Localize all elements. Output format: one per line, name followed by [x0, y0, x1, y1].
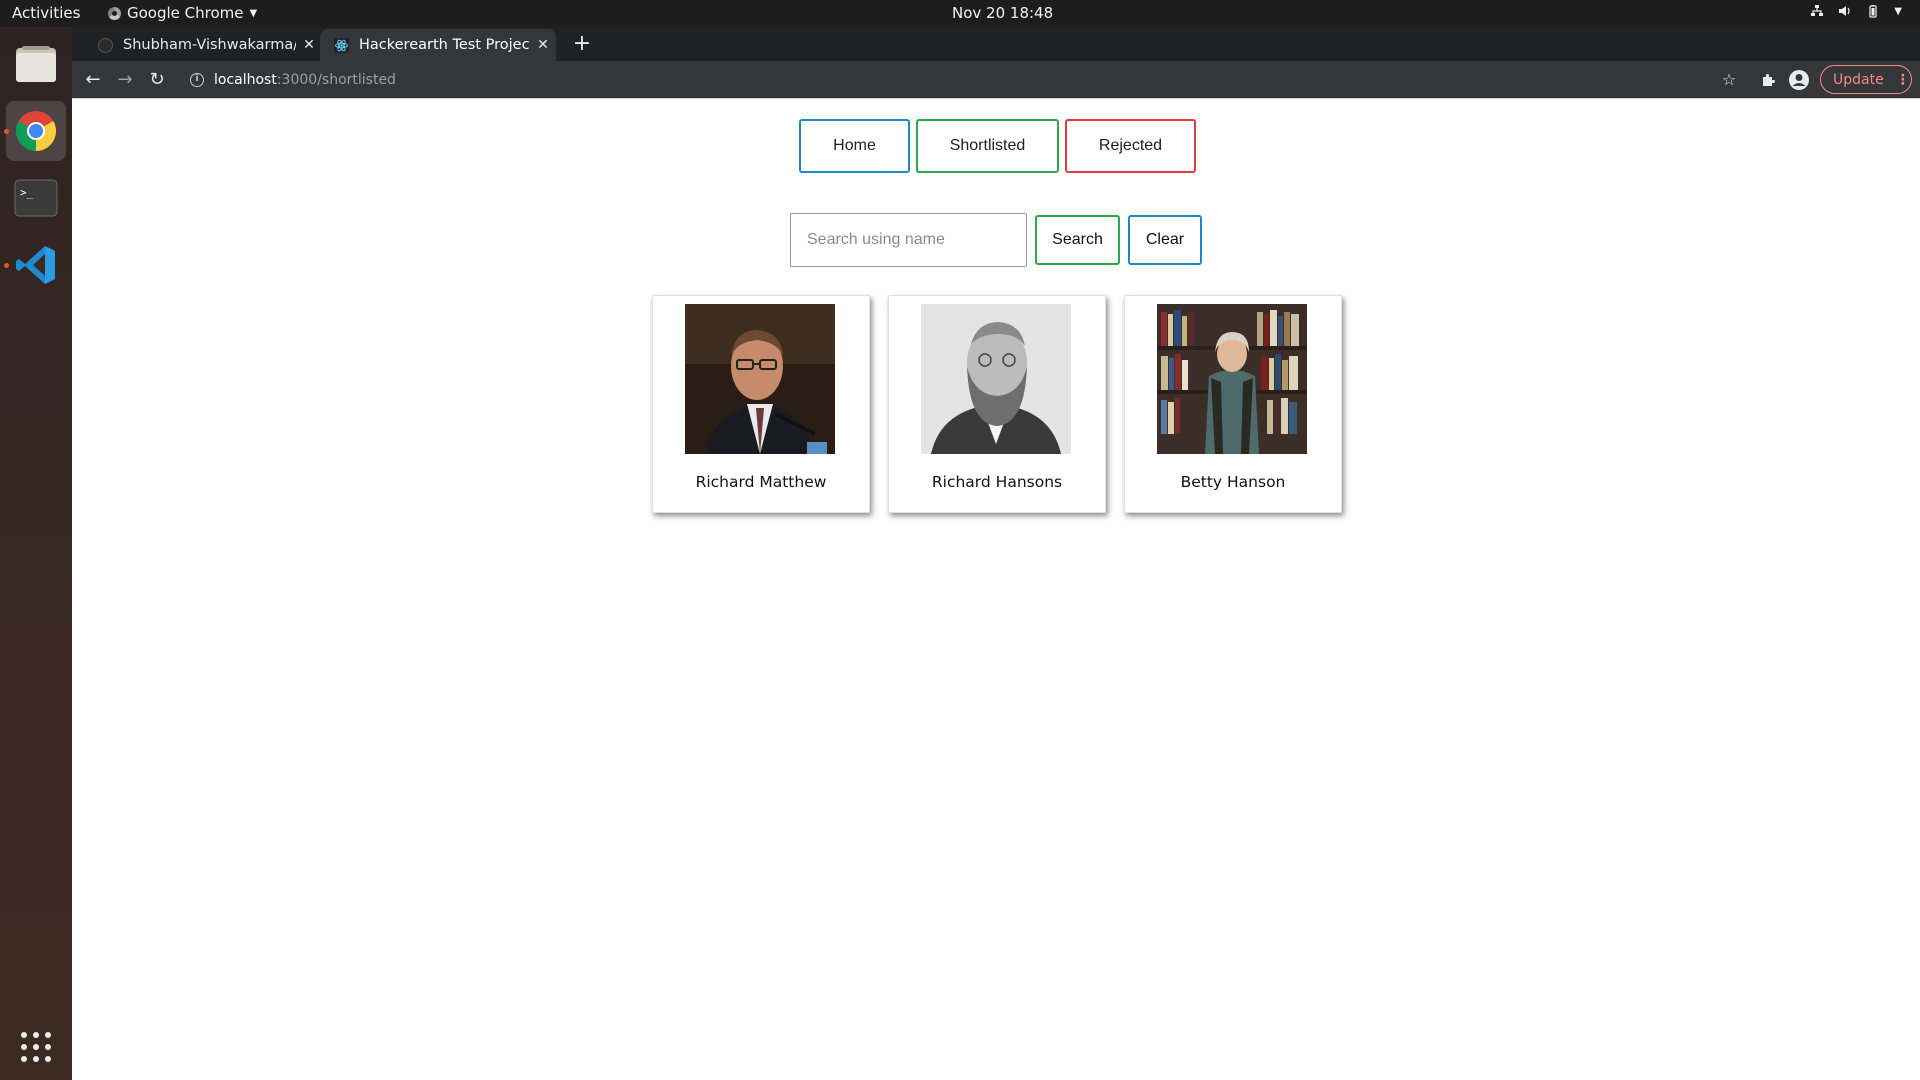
- rejected-button[interactable]: Rejected: [1065, 119, 1196, 173]
- app-menu-label: Google Chrome: [127, 4, 244, 22]
- candidate-cards: Richard Matthew Richard Hansons Betty Ha…: [652, 295, 1342, 513]
- tray-menu-caret-icon: ▼: [1894, 5, 1902, 17]
- candidate-name: Betty Hanson: [1180, 473, 1286, 491]
- candidate-photo: [1157, 304, 1307, 454]
- candidate-name: Richard Hansons: [931, 473, 1063, 491]
- caret-down-icon: ▼: [249, 7, 258, 19]
- candidate-card[interactable]: Betty Hanson: [1124, 295, 1342, 513]
- clock[interactable]: Nov 20 18:48: [952, 4, 1053, 22]
- activities-button[interactable]: Activities: [12, 4, 80, 22]
- tab-github[interactable]: Shubham-Vishwakarma/F ✕: [84, 29, 322, 61]
- vscode-icon: [16, 246, 55, 284]
- home-button[interactable]: Home: [799, 119, 910, 173]
- github-favicon-icon: [98, 37, 113, 53]
- files-dock-icon[interactable]: [6, 34, 66, 94]
- tab-strip: Shubham-Vishwakarma/F ✕ Hackerearth Test…: [72, 27, 1920, 61]
- system-top-bar: Activities Google Chrome ▼ Nov 20 18:48 …: [0, 0, 1920, 27]
- svg-text:>_: >_: [20, 186, 34, 199]
- app-menu[interactable]: Google Chrome ▼: [108, 4, 257, 22]
- chrome-small-icon: [108, 6, 121, 20]
- close-tab-icon[interactable]: ✕: [530, 37, 556, 53]
- candidate-card[interactable]: Richard Hansons: [888, 295, 1106, 513]
- candidate-card[interactable]: Richard Matthew: [652, 295, 870, 513]
- tab-hackerearth[interactable]: Hackerearth Test Project ✕: [320, 29, 556, 61]
- profile-avatar-icon[interactable]: [1786, 67, 1812, 93]
- update-label: Update: [1833, 71, 1884, 88]
- tab-title: Hackerearth Test Project: [359, 37, 530, 53]
- search-row: Search Clear: [790, 213, 1202, 267]
- update-button[interactable]: Update ⋮: [1820, 65, 1912, 94]
- folder-icon: [16, 46, 56, 82]
- show-applications-button[interactable]: [6, 1017, 66, 1077]
- bookmark-star-icon[interactable]: ☆: [1716, 67, 1742, 93]
- page-content: Home Shortlisted Rejected Search Clear: [72, 99, 1920, 1080]
- terminal-dock-icon[interactable]: >_: [6, 168, 66, 228]
- candidate-name: Richard Matthew: [695, 473, 827, 491]
- back-arrow-icon[interactable]: ←: [80, 67, 106, 93]
- chrome-dock-icon[interactable]: [4, 101, 66, 161]
- candidate-photo: [921, 304, 1071, 454]
- vscode-dock-icon[interactable]: [4, 235, 66, 295]
- chrome-icon: [16, 111, 56, 151]
- running-indicator: [4, 263, 9, 268]
- forward-arrow-icon[interactable]: →: [112, 67, 138, 93]
- address-bar[interactable]: i localhost:3000/shortlisted: [180, 65, 1708, 94]
- app-grid-icon: [21, 1032, 51, 1062]
- extensions-puzzle-icon[interactable]: [1755, 67, 1781, 93]
- url-host: localhost: [214, 71, 277, 88]
- battery-icon: [1869, 5, 1877, 18]
- system-tray[interactable]: ▼: [1810, 4, 1902, 18]
- more-menu-icon: ⋮: [1895, 71, 1910, 88]
- running-indicator: [4, 129, 9, 134]
- react-favicon-icon: [334, 37, 349, 53]
- reload-icon[interactable]: ↻: [144, 67, 170, 93]
- page-nav: Home Shortlisted Rejected: [799, 119, 1196, 173]
- shortlisted-button[interactable]: Shortlisted: [916, 119, 1059, 173]
- volume-icon: [1839, 6, 1850, 16]
- site-info-icon[interactable]: i: [190, 72, 204, 87]
- candidate-photo: [685, 304, 835, 454]
- search-input[interactable]: [790, 213, 1027, 267]
- url-path: :3000/shortlisted: [276, 71, 396, 88]
- search-button[interactable]: Search: [1035, 215, 1120, 265]
- new-tab-button[interactable]: +: [568, 30, 596, 58]
- network-icon: [1811, 5, 1824, 16]
- dock: >_: [0, 27, 72, 1080]
- browser-toolbar: ← → ↻ i localhost:3000/shortlisted ☆ Upd…: [72, 61, 1920, 98]
- clear-button[interactable]: Clear: [1128, 215, 1202, 265]
- tab-title: Shubham-Vishwakarma/F: [123, 37, 296, 53]
- close-tab-icon[interactable]: ✕: [296, 37, 322, 53]
- terminal-icon: >_: [14, 179, 58, 217]
